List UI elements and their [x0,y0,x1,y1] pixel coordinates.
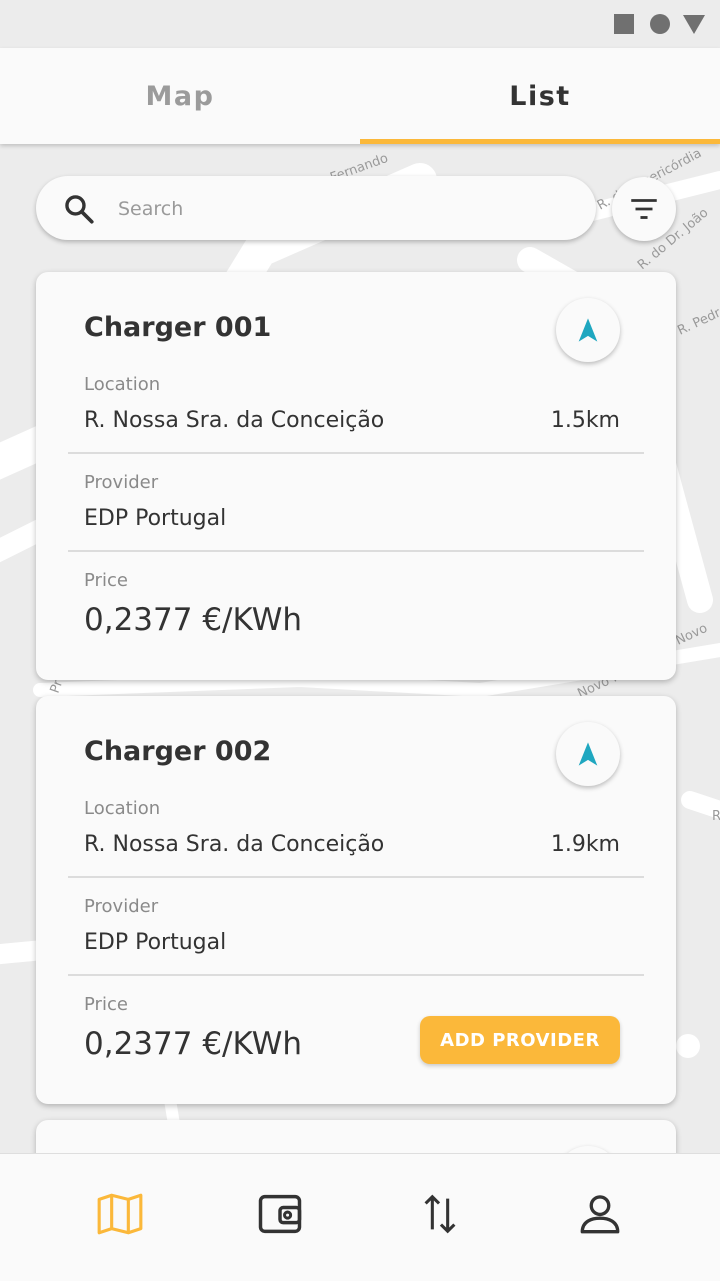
nav-map[interactable] [88,1182,152,1246]
filter-icon [631,199,657,219]
location-value: R. Nossa Sra. da Conceição [84,832,385,857]
charger-name: Charger 002 [84,736,272,767]
navigation-arrow-icon [578,318,598,342]
charger-card[interactable]: Charger 002 Location R. Nossa Sra. da Co… [36,696,676,1104]
price-label: Price [84,570,128,591]
tab-map[interactable]: Map [0,48,360,144]
search-icon [65,195,94,224]
distance-value: 1.9km [550,832,620,857]
square-icon [614,14,634,34]
filter-button[interactable] [612,177,676,241]
nav-transactions[interactable] [408,1182,472,1246]
triangle-icon [683,15,705,34]
navigate-button[interactable] [556,298,620,362]
wallet-icon [258,1194,302,1234]
provider-label: Provider [84,472,159,493]
distance-value: 1.5km [550,408,620,433]
circle-icon [650,14,670,34]
charger-name: Charger 001 [84,312,272,343]
charger-card[interactable] [36,1120,676,1153]
transfer-icon [424,1194,456,1234]
navigation-arrow-icon [578,742,598,766]
price-value: 0,2377 €/KWh [84,602,303,638]
active-tab-indicator [360,139,720,144]
map-icon [97,1193,143,1235]
divider [68,452,644,454]
profile-icon [580,1195,620,1234]
nav-wallet[interactable] [248,1182,312,1246]
provider-label: Provider [84,896,159,917]
location-label: Location [84,798,161,819]
divider [68,876,644,878]
charger-list: Charger 001 Location R. Nossa Sra. da Co… [0,250,720,1153]
provider-value: EDP Portugal [84,930,227,955]
navigate-button[interactable] [556,1146,620,1153]
location-label: Location [84,374,161,395]
bottom-navigation [0,1153,720,1281]
provider-value: EDP Portugal [84,506,227,531]
charger-card[interactable]: Charger 001 Location R. Nossa Sra. da Co… [36,272,676,680]
tab-bar: Map List [0,48,720,144]
location-value: R. Nossa Sra. da Conceição [84,408,385,433]
search-input[interactable] [116,188,570,230]
status-bar [0,0,720,48]
divider [68,974,644,976]
tab-list[interactable]: List [360,48,720,144]
nav-profile[interactable] [568,1182,632,1246]
search-bar [36,176,596,240]
price-value: 0,2377 €/KWh [84,1026,303,1062]
add-provider-button[interactable]: ADD PROVIDER [420,1016,620,1064]
price-label: Price [84,994,128,1015]
divider [68,550,644,552]
navigate-button[interactable] [556,722,620,786]
